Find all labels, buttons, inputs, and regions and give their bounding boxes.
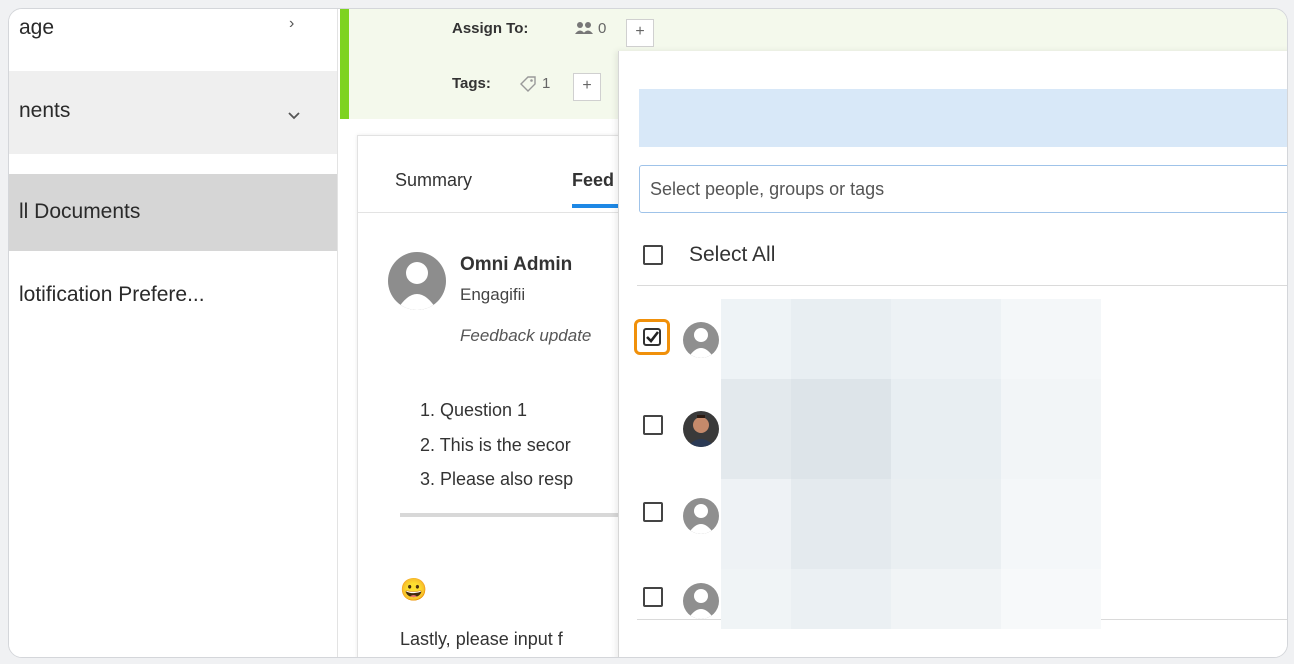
feedback-card: Summary Feed Omni Admin Engagifii Feedba… <box>357 135 650 657</box>
chevron-right-icon: › <box>289 15 295 32</box>
tags-add-button[interactable]: + <box>573 73 601 101</box>
sidebar-divider <box>337 9 338 657</box>
list-item: 2. This is the secor <box>420 435 571 455</box>
sidebar-item-label: age <box>19 16 55 39</box>
sidebar-item-all-documents[interactable]: ll Documents <box>9 174 337 251</box>
author-organization: Engagifii <box>460 285 526 304</box>
assign-add-button[interactable]: + <box>626 19 654 47</box>
people-picker-panel: Select people, groups or tags Select All <box>618 51 1287 657</box>
sidebar-item-documents[interactable]: nents <box>9 71 337 154</box>
author-name: Omni Admin <box>460 254 573 275</box>
feedback-note: Feedback update <box>460 326 592 345</box>
row-checkbox[interactable] <box>643 415 663 435</box>
avatar <box>683 411 719 447</box>
redacted-names <box>721 299 1101 629</box>
assign-to-label: Assign To: <box>452 20 529 37</box>
tab-feedback[interactable]: Feed <box>572 170 614 191</box>
assign-count: 0 <box>598 20 607 37</box>
closing-text: Lastly, please input f <box>400 629 563 649</box>
select-all-checkbox[interactable] <box>643 245 663 265</box>
sidebar-item-notification-preferences[interactable]: lotification Prefere... <box>9 271 337 317</box>
tag-icon <box>519 75 537 98</box>
app-window: age › nents ll Documents lotification Pr… <box>8 8 1288 658</box>
tags-count: 1 <box>542 75 551 92</box>
divider <box>637 285 1287 286</box>
list-item: 3. Please also resp <box>420 469 574 489</box>
divider <box>400 513 650 517</box>
row-checkbox[interactable] <box>643 502 663 522</box>
sidebar-item-label: nents <box>19 99 71 122</box>
row-checkbox-highlight[interactable] <box>634 319 670 355</box>
sidebar: age › nents ll Documents lotification Pr… <box>9 9 346 657</box>
avatar <box>683 322 719 358</box>
active-tab-indicator <box>572 204 622 208</box>
avatar <box>683 498 719 534</box>
people-search-input[interactable]: Select people, groups or tags <box>639 165 1287 213</box>
avatar <box>683 583 719 619</box>
picker-header-strip <box>639 89 1287 147</box>
group-icon <box>574 20 594 41</box>
list-item: 1. Question 1 <box>420 400 528 420</box>
sidebar-item-label: ll Documents <box>19 200 141 223</box>
chevron-down-icon <box>287 103 301 127</box>
status-accent-bar <box>340 9 349 119</box>
row-checkbox[interactable] <box>643 587 663 607</box>
smile-emoji-icon: 😀 <box>400 577 428 602</box>
tags-label: Tags: <box>452 75 491 92</box>
avatar <box>388 252 446 310</box>
sidebar-item-label: lotification Prefere... <box>19 283 205 306</box>
tabs-divider <box>358 212 648 213</box>
select-all-label: Select All <box>689 243 776 266</box>
tab-summary[interactable]: Summary <box>395 170 472 191</box>
sidebar-item-page[interactable]: age › <box>9 9 337 51</box>
